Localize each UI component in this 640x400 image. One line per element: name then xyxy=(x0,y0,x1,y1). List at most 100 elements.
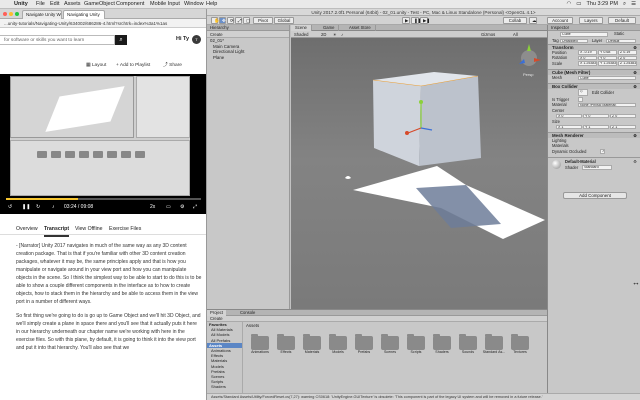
minimize-window-icon[interactable] xyxy=(9,12,13,16)
collab-dropdown[interactable]: Collab xyxy=(503,17,527,24)
lighting-toggle-icon[interactable]: ☀ xyxy=(333,31,337,38)
edit-collider-icon[interactable]: ◇ xyxy=(578,89,588,96)
physic-material-field[interactable]: None (Physic Material) xyxy=(578,102,636,107)
2d-toggle[interactable]: 2D xyxy=(321,31,326,38)
skip-back-icon[interactable]: ↺ xyxy=(8,202,12,212)
gizmo-y-handle[interactable] xyxy=(419,100,423,104)
skip-forward-icon[interactable]: ↻ xyxy=(36,202,40,212)
rotation-y-field[interactable]: Y 0 xyxy=(598,55,617,60)
project-create-button[interactable]: Create xyxy=(207,316,547,322)
layers-dropdown[interactable]: Layers xyxy=(579,17,603,24)
pause-button-icon[interactable]: ❚❚ xyxy=(411,17,421,24)
static-checkbox-label[interactable]: Static xyxy=(614,31,624,37)
scene-view-gizmo[interactable]: Persp xyxy=(519,44,541,77)
light-icon[interactable] xyxy=(345,176,351,179)
menu-edit[interactable]: Edit xyxy=(50,0,59,9)
browser-tab-active[interactable]: Navigating Unity xyxy=(63,10,105,19)
folder-item[interactable]: Effects xyxy=(277,334,295,355)
size-y-field[interactable]: Y 1 xyxy=(583,124,609,129)
folder-item[interactable]: Scenes xyxy=(381,334,399,355)
close-window-icon[interactable] xyxy=(3,12,7,16)
address-bar[interactable]: ...unity-tutorials/Navigating-Unity/6340… xyxy=(0,19,206,28)
folder-item[interactable]: Scripts xyxy=(407,334,425,355)
fullscreen-icon[interactable]: ⤢ xyxy=(193,202,197,212)
menu-list-icon[interactable]: ☰ xyxy=(631,0,636,9)
gizmo-x-handle[interactable] xyxy=(405,131,409,135)
tab-project[interactable]: Project xyxy=(207,310,227,316)
gizmos-dropdown[interactable]: Gizmos xyxy=(481,31,495,38)
mesh-field[interactable]: Cube xyxy=(578,75,636,80)
scale-tool-icon[interactable]: ⤢ xyxy=(235,17,242,24)
position-z-field[interactable]: Z 0.19 xyxy=(618,50,637,55)
pivot-toggle[interactable]: Pivot xyxy=(253,17,273,24)
play-icon[interactable]: ▶ xyxy=(402,17,410,24)
folder-item[interactable]: Textures xyxy=(511,334,529,355)
speed-button[interactable]: 2x xyxy=(150,202,155,212)
folder-item[interactable]: Standard As... xyxy=(483,334,505,355)
hand-tool-icon[interactable]: ✋ xyxy=(211,17,219,24)
folder-item[interactable]: Animations xyxy=(251,334,269,355)
site-search-input[interactable]: for software or skills you want to learn xyxy=(0,35,115,45)
global-toggle[interactable]: Global xyxy=(274,17,294,24)
tag-dropdown[interactable]: Untagged xyxy=(560,38,588,43)
menu-component[interactable]: Component xyxy=(116,0,144,9)
hierarchy-item-plane[interactable]: Plane xyxy=(207,55,289,61)
video-player[interactable]: ↺ ❚❚ ↻ ♪ 03:24 / 09:08 2x ▭ ⚙ ⤢ xyxy=(0,74,206,214)
search-icon[interactable]: ⌕ xyxy=(115,35,127,45)
scale-y-field[interactable]: Y 1.25383 xyxy=(598,61,617,66)
browser-tab[interactable]: Navigate Unity Web xyxy=(22,10,62,19)
menu-mobile-input[interactable]: Mobile Input xyxy=(150,0,180,9)
edit-collider-label[interactable]: Edit Collider xyxy=(592,90,614,96)
shader-dropdown[interactable]: Standard xyxy=(582,165,612,170)
step-icon[interactable]: ▶❚ xyxy=(420,17,430,24)
volume-icon[interactable]: ♪ xyxy=(52,202,55,212)
position-x-field[interactable]: X -0.19 xyxy=(578,50,597,55)
center-x-field[interactable]: X 0 xyxy=(556,113,582,118)
rotation-z-field[interactable]: Z 0 xyxy=(618,55,637,60)
menu-window[interactable]: Window xyxy=(184,0,204,9)
tab-view-offline[interactable]: View Offline xyxy=(75,223,103,235)
hierarchy-create-button[interactable]: Create xyxy=(207,31,289,38)
rotate-tool-icon[interactable]: ⟳ xyxy=(227,17,234,24)
wifi-icon[interactable]: ◠ xyxy=(566,0,571,9)
layer-dropdown[interactable]: Default xyxy=(606,38,636,43)
material-name[interactable]: Default-Material xyxy=(565,159,596,165)
rect-tool-icon[interactable]: ▢ xyxy=(243,17,250,24)
shading-dropdown[interactable]: Shaded xyxy=(294,31,308,38)
scene-search-input[interactable]: All xyxy=(513,31,518,38)
avatar[interactable]: T xyxy=(192,35,201,44)
battery-icon[interactable]: ▭ xyxy=(576,0,581,9)
cube-face-left[interactable] xyxy=(373,80,421,166)
move-tool-icon[interactable]: ✥ xyxy=(219,17,226,24)
view-gizmo-y-cone[interactable] xyxy=(527,44,531,51)
folder-item[interactable]: Prefabs xyxy=(355,334,373,355)
share-button[interactable]: ⤴ Share xyxy=(163,61,182,71)
settings-icon[interactable]: ⚙ xyxy=(180,202,184,212)
menu-clock[interactable]: Thu 3:29 PM xyxy=(586,0,618,9)
account-dropdown[interactable]: Account xyxy=(547,17,573,24)
tab-transcript[interactable]: Transcript xyxy=(44,223,70,237)
folder-item[interactable]: Shaders xyxy=(433,334,451,355)
scene-viewport[interactable]: Persp xyxy=(291,38,547,309)
position-y-field[interactable]: Y 0.68 xyxy=(598,50,617,55)
zoom-window-icon[interactable] xyxy=(15,12,19,16)
component-settings-icon[interactable]: ⚙ xyxy=(633,159,637,165)
add-component-button[interactable]: Add Component xyxy=(563,192,627,199)
menu-app-name[interactable]: Unity xyxy=(14,0,28,9)
dynamic-occluded-checkbox[interactable]: ✓ xyxy=(600,149,605,154)
menu-gameobject[interactable]: GameObject xyxy=(84,0,115,9)
size-x-field[interactable]: X 1 xyxy=(556,124,582,129)
search-icon[interactable]: ⌕ xyxy=(623,0,626,9)
scale-x-field[interactable]: X 1.25383 xyxy=(578,61,597,66)
scale-z-field[interactable]: Z 1.25383 xyxy=(618,61,637,66)
layout-button[interactable]: ▦ Layout xyxy=(86,61,106,71)
tab-overview[interactable]: Overview xyxy=(16,223,38,235)
size-z-field[interactable]: Z 1 xyxy=(610,124,636,129)
menu-help[interactable]: Help xyxy=(206,0,217,9)
project-breadcrumb[interactable]: Assets xyxy=(246,323,259,328)
video-progress-bar[interactable] xyxy=(6,198,201,200)
menu-file[interactable]: File xyxy=(36,0,45,9)
object-name-field[interactable]: Cube xyxy=(560,32,608,37)
folder-item[interactable]: Models xyxy=(329,334,347,355)
pause-icon[interactable]: ❚❚ xyxy=(22,202,30,212)
